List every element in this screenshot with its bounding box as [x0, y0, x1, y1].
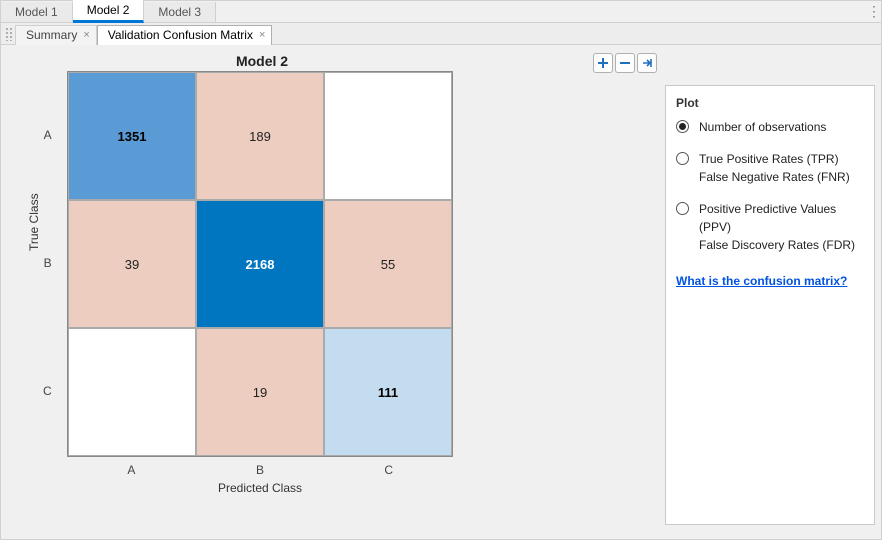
remove-plot-button[interactable] — [615, 53, 635, 73]
close-icon[interactable]: × — [83, 29, 89, 41]
matrix-cell: 55 — [324, 200, 452, 328]
col-labels: A B C — [67, 463, 453, 477]
matrix-cell: 189 — [196, 72, 324, 200]
radio-icon[interactable] — [676, 202, 689, 215]
sub-tab-bar: Summary × Validation Confusion Matrix × — [1, 23, 881, 45]
matrix-cell: 2168 — [196, 200, 324, 328]
add-plot-button[interactable] — [593, 53, 613, 73]
plot-option-0[interactable]: Number of observations — [676, 118, 864, 136]
confusion-matrix: 13511893921685519111 — [67, 71, 453, 457]
radio-label: True Positive Rates (TPR)False Negative … — [699, 150, 850, 186]
plot-options-panel: Plot Number of observations True Positive… — [665, 85, 875, 525]
plot-title: Model 2 — [67, 53, 457, 69]
radio-label: Number of observations — [699, 118, 826, 136]
row-label: C — [43, 327, 56, 455]
col-label: A — [67, 463, 196, 477]
model-tab-1[interactable]: Model 1 — [1, 2, 73, 22]
y-axis-title: True Class — [27, 193, 41, 251]
model-tab-3[interactable]: Model 3 — [144, 2, 216, 22]
x-axis-title: Predicted Class — [67, 481, 453, 495]
matrix-cell: 19 — [196, 328, 324, 456]
plot-option-2[interactable]: Positive Predictive Values (PPV)False Di… — [676, 200, 864, 254]
plot-area: Model 2 True Class A B C 135118939216855… — [7, 51, 659, 533]
radio-icon[interactable] — [676, 152, 689, 165]
sub-tab-label: Summary — [26, 28, 77, 42]
matrix-cell: 1351 — [68, 72, 196, 200]
export-plot-button[interactable] — [637, 53, 657, 73]
sub-tab-label: Validation Confusion Matrix — [108, 28, 253, 42]
kebab-menu-icon[interactable]: ⋮ — [867, 3, 881, 20]
help-link[interactable]: What is the confusion matrix? — [676, 274, 847, 288]
radio-icon[interactable] — [676, 120, 689, 133]
plot-toolbar — [593, 53, 657, 73]
sub-tab-confusion-matrix[interactable]: Validation Confusion Matrix × — [97, 25, 273, 45]
model-tab-bar: Model 1 Model 2 Model 3 ⋮ — [1, 1, 881, 23]
row-label: B — [43, 199, 56, 327]
close-icon[interactable]: × — [259, 29, 265, 41]
col-label: C — [324, 463, 453, 477]
model-tab-2[interactable]: Model 2 — [73, 0, 145, 23]
sub-tab-summary[interactable]: Summary × — [15, 25, 97, 45]
content-area: Model 2 True Class A B C 135118939216855… — [1, 45, 881, 539]
panel-title: Plot — [676, 96, 864, 110]
matrix-cell: 111 — [324, 328, 452, 456]
confusion-matrix-wrap: A B C 13511893921685519111 A B C Predict… — [67, 71, 457, 495]
matrix-cell — [324, 72, 452, 200]
plot-option-1[interactable]: True Positive Rates (TPR)False Negative … — [676, 150, 864, 186]
col-label: B — [196, 463, 325, 477]
drag-grip-icon[interactable] — [5, 27, 13, 41]
matrix-cell — [68, 328, 196, 456]
matrix-cell: 39 — [68, 200, 196, 328]
radio-label: Positive Predictive Values (PPV)False Di… — [699, 200, 864, 254]
row-labels: A B C — [43, 71, 56, 455]
row-label: A — [43, 71, 56, 199]
